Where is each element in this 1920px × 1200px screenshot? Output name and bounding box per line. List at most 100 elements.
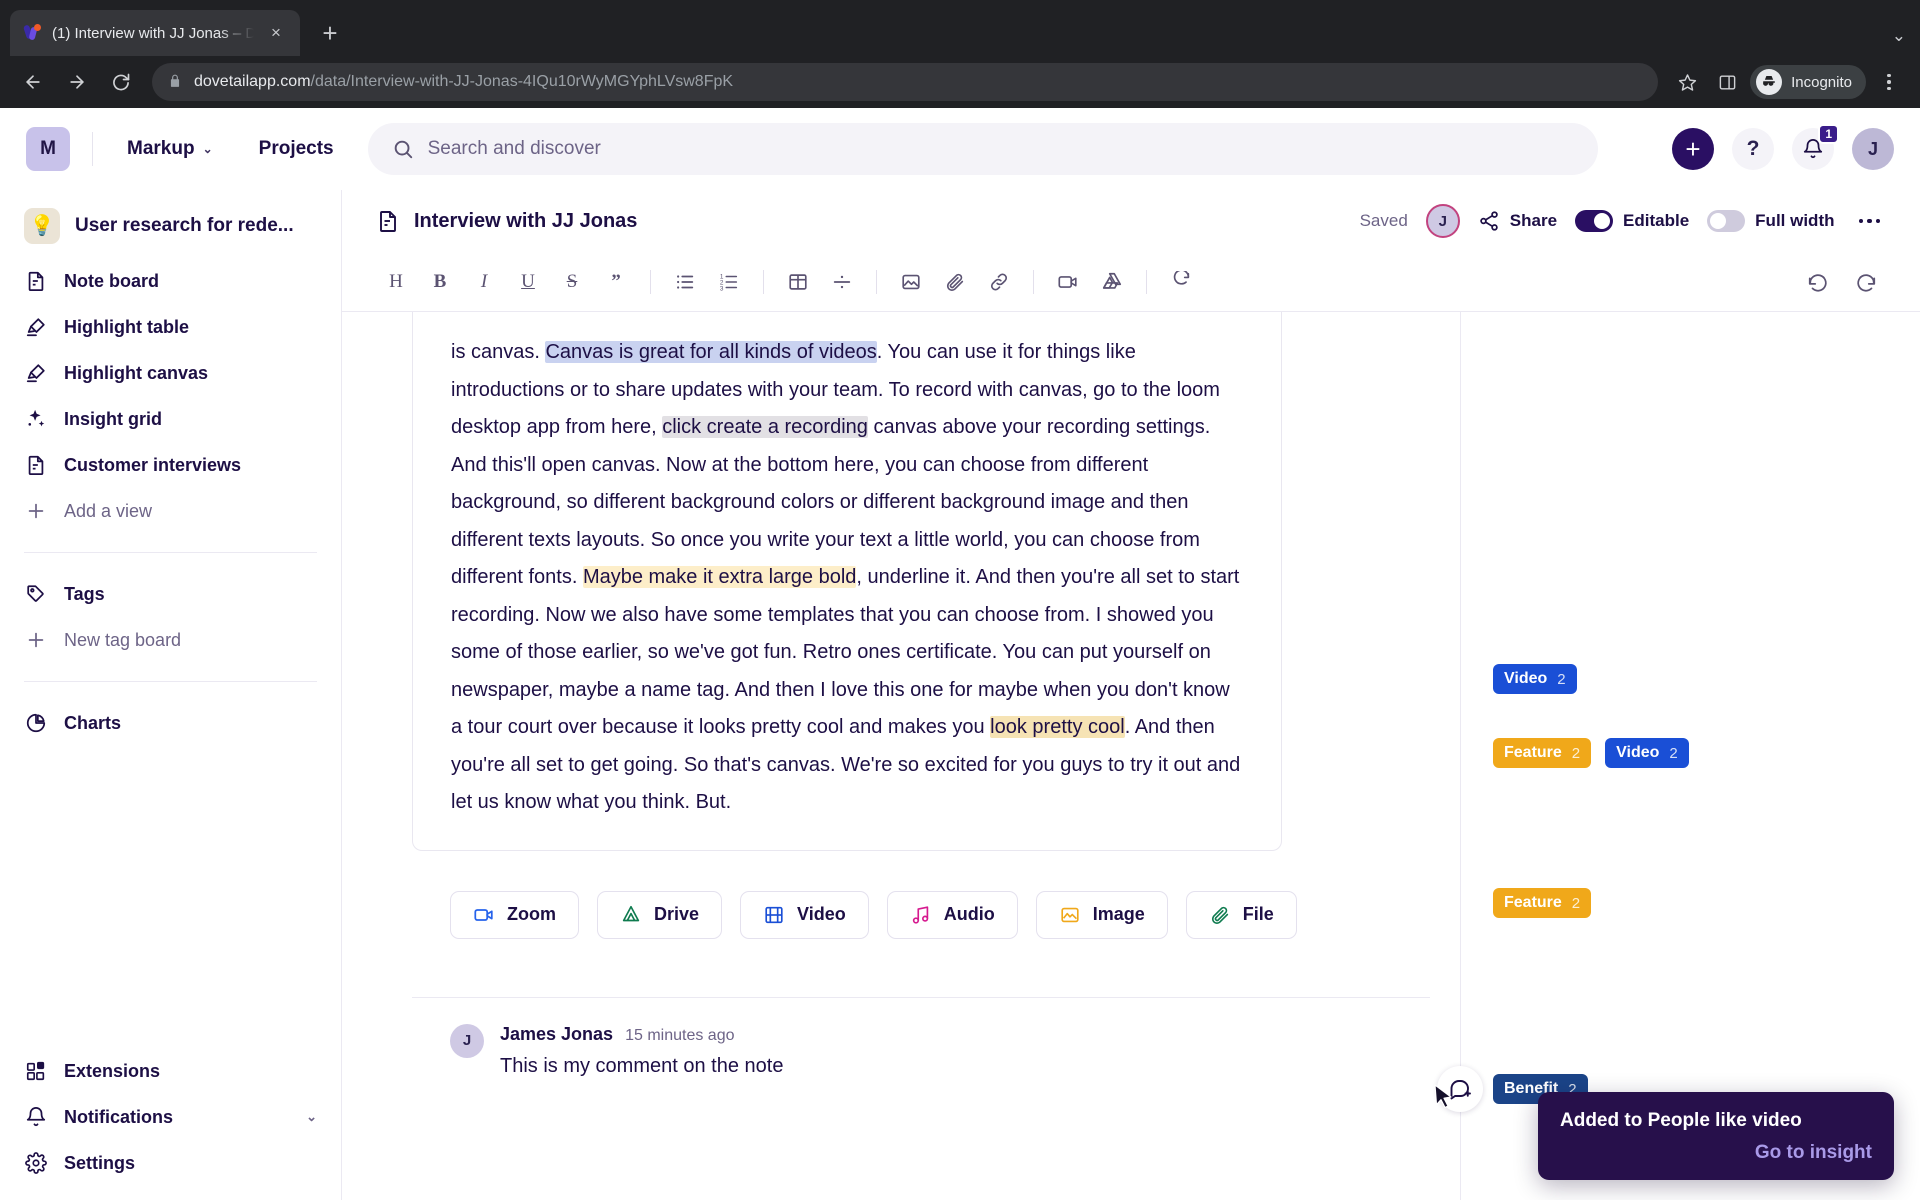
sidebar-item-insight-grid[interactable]: Insight grid <box>0 396 341 442</box>
search-input[interactable] <box>427 138 1574 160</box>
chevron-down-icon[interactable]: ⌄ <box>306 1109 317 1125</box>
chevron-down-icon[interactable]: ⌄ <box>1892 26 1906 46</box>
attach-video-button[interactable]: Video <box>740 890 869 939</box>
attach-zoom-button[interactable]: Zoom <box>450 890 579 939</box>
search-bar[interactable] <box>367 123 1598 175</box>
highlighter-icon <box>24 315 48 339</box>
quote-icon[interactable]: ” <box>596 262 636 302</box>
create-button[interactable]: + <box>1672 128 1714 170</box>
redo-icon[interactable] <box>1846 262 1886 302</box>
incognito-badge[interactable]: Incognito <box>1750 65 1866 99</box>
sidebar-item-highlight-canvas[interactable]: Highlight canvas <box>0 350 341 396</box>
incognito-label: Incognito <box>1791 73 1852 91</box>
paperclip-icon <box>1211 906 1228 924</box>
table-icon[interactable] <box>778 262 818 302</box>
comment-author: James Jonas <box>500 1023 614 1044</box>
highlight-span[interactable]: Canvas is great for all kinds of videos <box>545 341 877 363</box>
editable-toggle[interactable] <box>1575 210 1614 232</box>
full-width-toggle[interactable] <box>1707 210 1746 232</box>
side-panel-icon[interactable] <box>1710 65 1744 99</box>
go-to-insight-link[interactable]: Go to insight <box>1560 1142 1872 1164</box>
url-bar[interactable]: dovetailapp.com/data/Interview-with-JJ-J… <box>152 63 1659 101</box>
highlight-span[interactable]: click create a recording <box>662 416 868 438</box>
document-title-group[interactable]: Interview with JJ Jonas <box>376 209 637 233</box>
forward-icon[interactable] <box>58 63 96 101</box>
highlight-span[interactable]: look pretty cool <box>990 716 1125 738</box>
video-icon[interactable] <box>1048 262 1088 302</box>
note-icon <box>24 269 48 293</box>
add-view-label: Add a view <box>64 500 153 521</box>
divider-icon[interactable] <box>822 262 862 302</box>
sidebar-item-charts[interactable]: Charts <box>0 700 341 746</box>
bookmark-star-icon[interactable] <box>1670 65 1704 99</box>
sidebar-project-header[interactable]: 💡 User research for rede... <box>0 190 341 258</box>
full-width-toggle-group[interactable]: Full width <box>1707 210 1835 232</box>
tag-chip[interactable]: Feature 2 <box>1493 738 1592 768</box>
drive-icon[interactable] <box>1092 262 1132 302</box>
tab-strip: (1) Interview with JJ Jonas – D × + ⌄ <box>0 0 1920 56</box>
comment-body: James Jonas 15 minutes ago This is my co… <box>500 1024 783 1078</box>
editable-toggle-group[interactable]: Editable <box>1575 210 1689 232</box>
top-bar-actions: + ? 1 J <box>1672 124 1894 170</box>
sidebar-item-tags[interactable]: Tags <box>0 571 341 617</box>
attach-drive-button[interactable]: Drive <box>597 890 723 939</box>
close-icon[interactable]: × <box>264 21 288 45</box>
reload-icon[interactable] <box>102 63 140 101</box>
highlight-span[interactable]: Maybe make it extra large bold <box>582 566 857 588</box>
notification-badge: 1 <box>1818 124 1839 144</box>
notifications-button[interactable]: 1 <box>1792 124 1839 170</box>
markup-menu[interactable]: Markup ⌄ <box>115 130 225 168</box>
attachment-icon[interactable] <box>935 262 975 302</box>
sidebar-item-note-board[interactable]: Note board <box>0 258 341 304</box>
attach-file-button[interactable]: File <box>1185 890 1297 939</box>
share-label: Share <box>1509 211 1558 230</box>
app-top-bar: M Markup ⌄ Projects + ? 1 J <box>0 108 1920 190</box>
projects-link[interactable]: Projects <box>247 130 346 168</box>
strikethrough-icon[interactable]: S <box>552 262 592 302</box>
sidebar-item-extensions[interactable]: Extensions <box>0 1048 341 1094</box>
extensions-icon <box>24 1059 48 1083</box>
divider <box>650 269 651 294</box>
history-actions <box>1798 262 1886 302</box>
link-icon[interactable] <box>979 262 1019 302</box>
highlight-icon[interactable] <box>1161 262 1201 302</box>
italic-icon[interactable]: I <box>464 262 504 302</box>
workspace-avatar[interactable]: M <box>26 127 70 171</box>
divider <box>876 269 877 294</box>
back-icon[interactable] <box>14 63 52 101</box>
collaborator-avatar[interactable]: J <box>1425 204 1460 238</box>
new-tag-board-button[interactable]: New tag board <box>0 617 341 663</box>
new-tab-button[interactable]: + <box>310 13 350 53</box>
more-options-icon[interactable] <box>1853 213 1887 230</box>
note-paragraph[interactable]: is canvas. Canvas is great for all kinds… <box>451 312 1243 822</box>
editor-toolbar: H B I U S ” 123 <box>342 252 1920 312</box>
bold-icon[interactable]: B <box>420 262 460 302</box>
tag-row: Feature 2 <box>1493 888 1592 918</box>
comment-item: J James Jonas 15 minutes ago This is my … <box>412 998 1430 1078</box>
undo-icon[interactable] <box>1798 262 1838 302</box>
attach-audio-button[interactable]: Audio <box>886 890 1018 939</box>
sidebar-item-settings[interactable]: Settings <box>0 1140 341 1186</box>
attach-image-button[interactable]: Image <box>1035 890 1168 939</box>
user-avatar[interactable]: J <box>1852 128 1894 170</box>
heading-icon[interactable]: H <box>376 262 416 302</box>
help-button[interactable]: ? <box>1732 128 1774 170</box>
numbered-list-icon[interactable]: 123 <box>709 262 749 302</box>
projects-label: Projects <box>258 138 334 159</box>
chrome-menu-icon[interactable] <box>1872 65 1906 99</box>
tag-chip[interactable]: Feature 2 <box>1493 888 1592 918</box>
tag-chip[interactable]: Video 2 <box>1605 738 1689 768</box>
sidebar-item-highlight-table[interactable]: Highlight table <box>0 304 341 350</box>
sidebar-item-customer-interviews[interactable]: Customer interviews <box>0 442 341 488</box>
attach-label: Video <box>797 904 846 924</box>
image-icon[interactable] <box>891 262 931 302</box>
document-scroll[interactable]: is canvas. Canvas is great for all kinds… <box>342 312 1460 1200</box>
share-button[interactable]: Share <box>1478 210 1557 232</box>
add-view-button[interactable]: Add a view <box>0 488 341 534</box>
underline-icon[interactable]: U <box>508 262 548 302</box>
tag-chip[interactable]: Video 2 <box>1493 664 1577 694</box>
bullet-list-icon[interactable] <box>665 262 705 302</box>
browser-tab[interactable]: (1) Interview with JJ Jonas – D × <box>10 10 300 56</box>
note-card[interactable]: is canvas. Canvas is great for all kinds… <box>412 312 1282 851</box>
sidebar-item-notifications[interactable]: Notifications ⌄ <box>0 1094 341 1140</box>
